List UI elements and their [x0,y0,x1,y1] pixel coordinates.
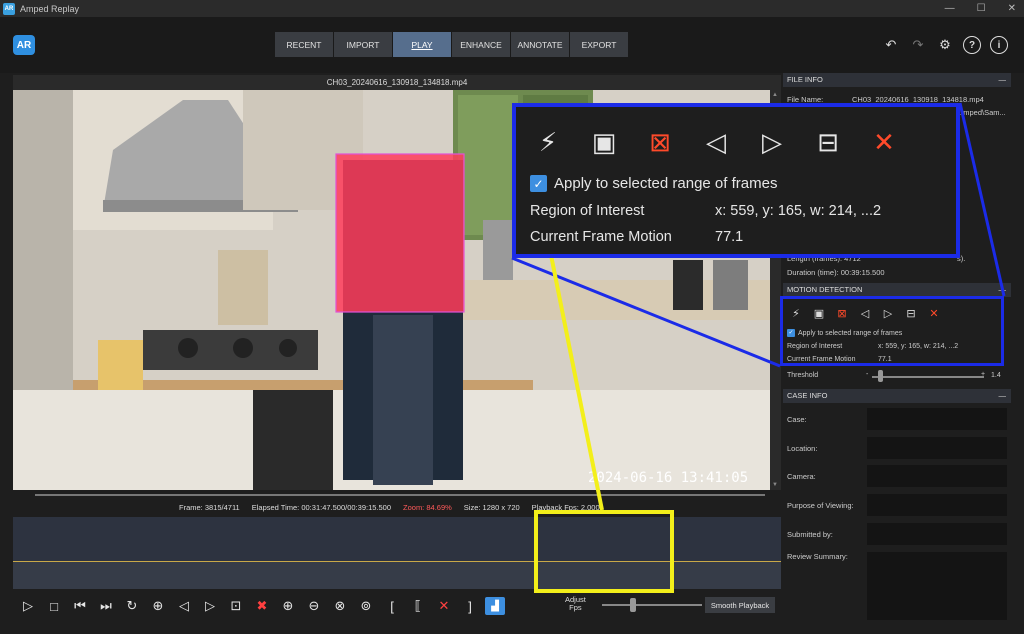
motion-detect-icon: ⚡ [538,126,558,157]
callout-connectors [511,102,1006,511]
bookmark-motion-icon: ⊟ [817,126,839,157]
timeline-zoom-highlight [534,510,674,593]
callout-apply-checkbox: ✓ Apply to selected range of frames [530,175,777,192]
remove-motion-bookmark-icon: ✕ [873,126,895,157]
prev-motion-icon: ◁ [706,126,726,157]
callout-motion-row: Current Frame Motion 77.1 [530,229,744,245]
motion-detection-callout: ⚡ ▣ ⊠ ◁ ▷ ⊟ ✕ ✓ Apply to selected range o… [512,103,960,258]
checkbox-checked-icon: ✓ [530,175,547,192]
roi-icon: ▣ [591,126,617,157]
next-motion-icon: ▷ [762,126,782,157]
callout-roi-row: Region of Interest x: 559, y: 165, w: 214… [530,203,882,219]
clear-roi-icon: ⊠ [649,126,671,157]
